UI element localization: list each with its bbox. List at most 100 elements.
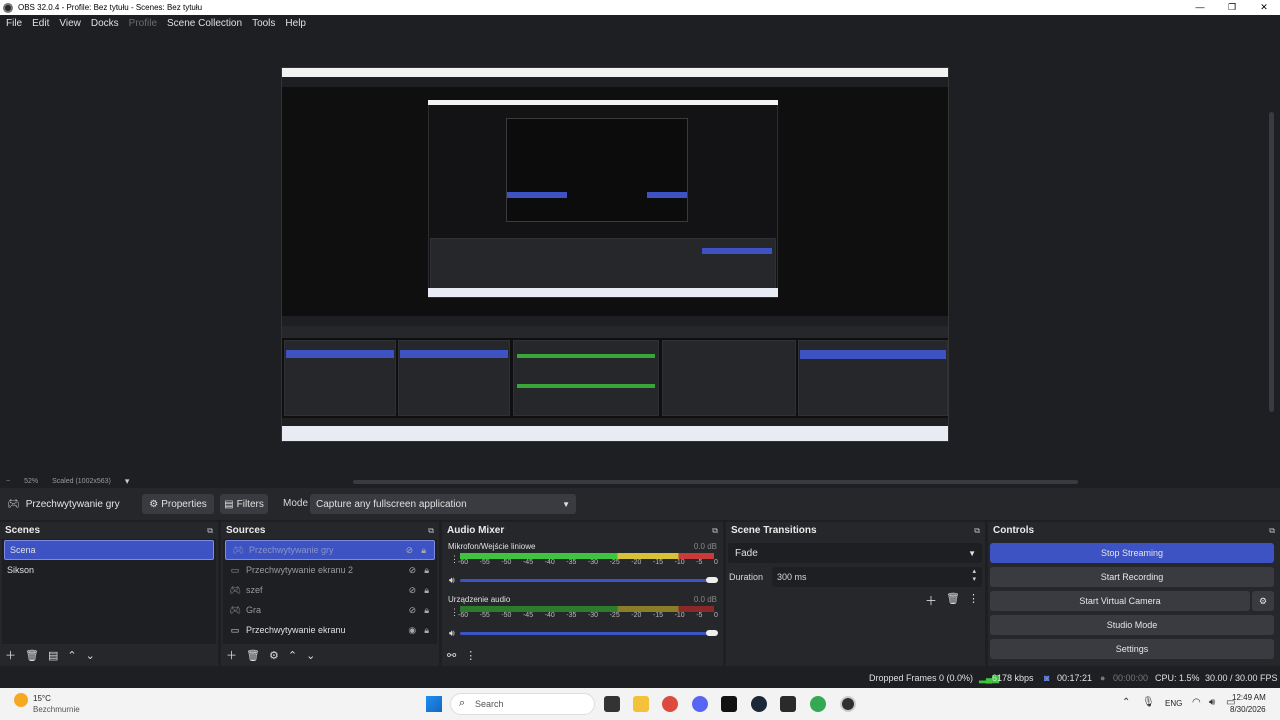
menu-profile[interactable]: Profile <box>129 18 157 29</box>
sun-icon[interactable] <box>14 693 28 707</box>
weather-condition[interactable]: Bezchmurnie <box>33 705 80 714</box>
filters-button[interactable]: ▤ Filters <box>220 494 268 514</box>
audio-mixer-header: Audio Mixer ⧉ <box>442 522 723 539</box>
menu-docks[interactable]: Docks <box>91 18 119 29</box>
properties-button[interactable]: ⚙ Properties <box>142 494 214 514</box>
arrow-up-icon[interactable]: ⌃ <box>67 649 76 662</box>
sources-title: Sources <box>226 525 266 536</box>
volume-slider[interactable] <box>460 579 714 582</box>
menu-help[interactable]: Help <box>285 18 306 29</box>
undock-icon[interactable]: ⧉ <box>207 526 213 536</box>
menu-file[interactable]: File <box>6 18 22 29</box>
volume-slider[interactable] <box>460 632 714 635</box>
add-icon[interactable]: ＋ <box>925 592 937 609</box>
obs-taskbar-icon[interactable] <box>840 696 856 712</box>
speaker-icon[interactable]: 🔊︎ <box>449 575 455 586</box>
arrow-down-icon[interactable]: ⌄ <box>86 649 95 662</box>
speaker-icon[interactable]: 🔊︎ <box>449 628 455 639</box>
trash-icon[interactable]: 🗑︎ <box>25 649 39 662</box>
undock-icon[interactable]: ⧉ <box>974 526 980 536</box>
taskbar-search[interactable]: ⌕ Search <box>450 693 595 715</box>
kebab-menu-icon[interactable]: ⋮ <box>465 649 476 662</box>
arrow-down-icon[interactable]: ⌄ <box>306 649 315 662</box>
undock-icon[interactable]: ⧉ <box>1269 526 1275 536</box>
menu-scene-collection[interactable]: Scene Collection <box>167 18 242 29</box>
scale-dropdown[interactable]: ▾ <box>125 476 130 487</box>
language-indicator[interactable]: ENG <box>1165 699 1182 708</box>
filter-icon[interactable]: ▤ <box>48 649 58 662</box>
transitions-dock: Scene Transitions ⧉ Fade ▼ Duration 300 … <box>726 522 985 666</box>
gear-icon[interactable]: ⚙ <box>269 649 279 662</box>
wifi-icon[interactable]: ◠ <box>1192 697 1201 708</box>
eye-slash-icon[interactable]: ⊘ <box>409 605 417 616</box>
eye-slash-icon[interactable]: ⊘ <box>406 545 414 556</box>
eye-slash-icon[interactable]: ⊘ <box>409 585 417 596</box>
lock-icon[interactable]: 🔒︎ <box>424 565 429 576</box>
scene-item[interactable]: Sikson <box>2 560 216 580</box>
stop-streaming-button[interactable]: Stop Streaming <box>990 543 1274 563</box>
link-icon[interactable]: ⚯ <box>447 649 456 662</box>
zoom-out-button[interactable]: − <box>6 478 10 485</box>
volume-slider-handle[interactable] <box>706 630 718 636</box>
weather-temperature[interactable]: 15°C <box>33 694 51 703</box>
steam-icon[interactable] <box>751 696 767 712</box>
mode-select[interactable]: Capture any fullscreen application ▼ <box>310 494 576 514</box>
lock-icon[interactable]: 🔒︎ <box>424 625 429 636</box>
nested-audio <box>513 340 659 416</box>
studio-mode-button[interactable]: Studio Mode <box>990 615 1274 635</box>
lock-icon[interactable]: 🔒︎ <box>424 605 429 616</box>
chrome-profile-icon[interactable] <box>810 696 826 712</box>
preview-horizontal-scrollbar[interactable] <box>353 480 1078 484</box>
clock-date[interactable]: 8/30/2026 <box>1230 705 1266 714</box>
chevron-up-icon[interactable]: ⌃ <box>1122 697 1130 708</box>
add-icon[interactable]: ＋ <box>226 647 237 663</box>
maximize-button[interactable]: ❐ <box>1216 0 1248 15</box>
settings-button[interactable]: Settings <box>990 639 1274 659</box>
volume-slider-handle[interactable] <box>706 577 718 583</box>
menu-edit[interactable]: Edit <box>32 18 49 29</box>
capcut-icon[interactable] <box>721 696 737 712</box>
scene-item[interactable]: Scena <box>4 540 214 560</box>
record-icon: ● <box>1100 673 1106 683</box>
task-view-icon[interactable] <box>604 696 620 712</box>
add-icon[interactable]: ＋ <box>5 647 16 663</box>
editor-icon[interactable] <box>780 696 796 712</box>
volume-icon[interactable]: 🔊︎ <box>1209 697 1215 708</box>
duration-input[interactable]: 300 ms ▴ ▾ <box>772 567 982 587</box>
discord-icon[interactable] <box>692 696 708 712</box>
undock-icon[interactable]: ⧉ <box>428 526 434 536</box>
windows-start-icon[interactable] <box>426 696 442 712</box>
start-recording-button[interactable]: Start Recording <box>990 567 1274 587</box>
source-item[interactable]: ▭ Przechwytywanie ekranu ◉ 🔒︎ <box>223 620 437 640</box>
source-item[interactable]: 🎮︎ szef ⊘ 🔒︎ <box>223 580 437 600</box>
nested-meter-1 <box>517 354 655 358</box>
preview-vertical-scrollbar[interactable] <box>1269 112 1274 412</box>
tick-label: -60 <box>458 559 469 566</box>
lock-icon[interactable]: 🔒︎ <box>424 585 429 596</box>
spinner-icon[interactable]: ▴ ▾ <box>972 568 976 584</box>
minimize-button[interactable]: — <box>1184 0 1216 15</box>
start-virtual-camera-button[interactable]: Start Virtual Camera <box>990 591 1250 611</box>
clock-time[interactable]: 12:49 AM <box>1232 693 1266 702</box>
source-item[interactable]: 🎮︎ Przechwytywanie gry ⊘ 🔒︎ <box>225 540 435 560</box>
trash-icon[interactable]: 🗑︎ <box>246 649 260 662</box>
microphone-icon[interactable]: 🎙︎ <box>1142 697 1155 708</box>
source-item[interactable]: 🎮︎ Gra ⊘ 🔒︎ <box>223 600 437 620</box>
eye-slash-icon[interactable]: ⊘ <box>409 565 417 576</box>
undock-icon[interactable]: ⧉ <box>712 526 718 536</box>
chrome-icon[interactable] <box>662 696 678 712</box>
trash-icon[interactable]: 🗑︎ <box>946 592 960 605</box>
close-button[interactable]: ✕ <box>1248 0 1280 15</box>
kebab-menu-icon[interactable]: ⋮ <box>968 592 979 605</box>
lock-icon[interactable]: 🔒︎ <box>421 545 426 556</box>
tick-label: -35 <box>566 559 577 566</box>
transition-select[interactable]: Fade ▼ <box>728 543 982 563</box>
source-item[interactable]: ▭ Przechwytywanie ekranu 2 ⊘ 🔒︎ <box>223 560 437 580</box>
menu-view[interactable]: View <box>59 18 81 29</box>
arrow-up-icon[interactable]: ⌃ <box>288 649 297 662</box>
file-explorer-icon[interactable] <box>633 696 649 712</box>
preview-canvas[interactable] <box>281 67 949 442</box>
eye-icon[interactable]: ◉ <box>408 625 416 636</box>
virtual-camera-settings-button[interactable]: ⚙ <box>1252 591 1274 611</box>
menu-tools[interactable]: Tools <box>252 18 275 29</box>
